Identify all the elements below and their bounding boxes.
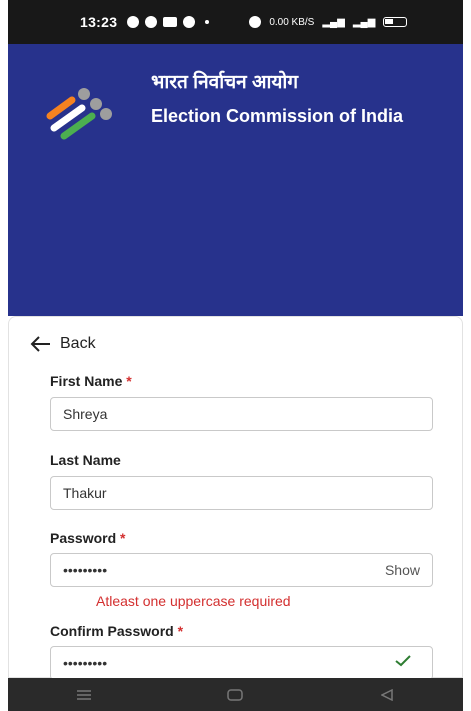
battery-icon: [383, 17, 408, 27]
first-name-label-text: First Name: [50, 373, 123, 389]
back-nav-icon[interactable]: [357, 678, 417, 711]
confirm-password-input[interactable]: [51, 654, 365, 672]
confirm-password-label-text: Confirm Password: [50, 623, 174, 639]
required-mark: *: [126, 373, 132, 389]
network-speed: 0.00 KB/S: [269, 16, 315, 28]
first-name-input[interactable]: [51, 405, 365, 423]
back-label: Back: [60, 335, 96, 352]
app-header: भारत निर्वाचन आयोग Election Commission o…: [8, 44, 463, 316]
home-icon[interactable]: [205, 678, 265, 711]
password-field[interactable]: Show: [50, 553, 433, 587]
last-name-label-text: Last Name: [50, 452, 121, 468]
whatsapp-icon: [183, 16, 196, 28]
confirm-password-field[interactable]: [50, 646, 433, 680]
header-title-hindi: भारत निर्वाचन आयोग: [151, 72, 299, 93]
back-button[interactable]: Back: [30, 335, 96, 353]
signal-icon: ▂▄▆: [322, 16, 345, 28]
last-name-field[interactable]: [50, 476, 433, 510]
more-notifications-icon: [205, 20, 210, 24]
system-nav-bar: [8, 678, 463, 711]
app-notification-icon: [127, 16, 140, 28]
password-error: Atleast one uppercase required: [96, 593, 291, 609]
last-name-label: Last Name: [50, 452, 121, 468]
notification-icons: [127, 16, 210, 28]
signal-icon: ▂▄▆: [352, 16, 376, 28]
system-icons: 0.00 KB/S ▂▄▆ ▂▄▆: [249, 16, 408, 28]
status-time: 13:23: [80, 14, 118, 30]
password-input[interactable]: [51, 561, 365, 579]
required-mark: *: [177, 623, 184, 639]
required-mark: *: [120, 530, 126, 546]
check-icon: [395, 655, 411, 667]
last-name-input[interactable]: [51, 484, 365, 502]
status-bar: 13:23 0.00 KB/S ▂▄▆ ▂▄▆: [8, 0, 463, 44]
app-notification-icon: [145, 16, 158, 28]
arrow-left-icon: [30, 336, 50, 352]
eci-logo-icon: [46, 88, 112, 140]
youtube-icon: [163, 17, 178, 27]
first-name-field[interactable]: [50, 397, 433, 431]
password-label-text: Password: [50, 530, 117, 546]
show-password-button[interactable]: Show: [385, 562, 420, 578]
first-name-label: First Name *: [50, 373, 132, 389]
confirm-password-label: Confirm Password *: [50, 623, 183, 639]
menu-icon[interactable]: [54, 678, 114, 711]
password-label: Password *: [50, 530, 125, 546]
alarm-icon: [249, 16, 262, 28]
header-title-english: Election Commission of India: [151, 106, 404, 126]
